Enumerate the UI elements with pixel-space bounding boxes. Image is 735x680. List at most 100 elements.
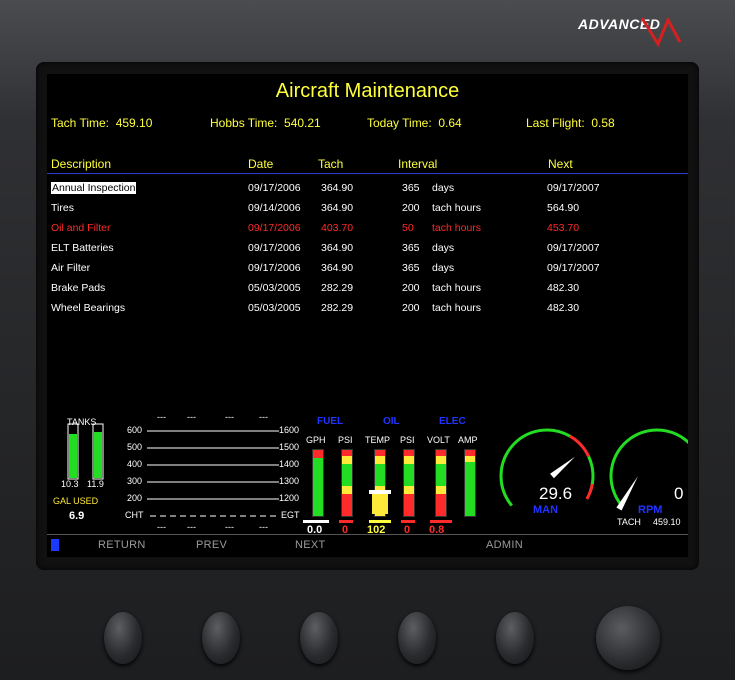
cyl-2-top: --- xyxy=(187,412,196,422)
cht-tick-200: 200 xyxy=(127,493,143,503)
cell-tach: 282.29 xyxy=(321,302,354,314)
temp-underline xyxy=(369,520,391,523)
cht-tick-400: 400 xyxy=(127,459,143,469)
tank-left-value: 10.3 xyxy=(61,479,79,489)
egt-tick-1400: 1400 xyxy=(279,459,300,469)
bezel-button-2[interactable] xyxy=(202,612,240,664)
cell-date: 05/03/2005 xyxy=(248,302,301,314)
cyl-1-top: --- xyxy=(157,412,166,422)
col-interval: Interval xyxy=(398,157,438,171)
cell-next: 564.90 xyxy=(547,202,580,214)
maintenance-screen: Aircraft Maintenance Tach Time: 459.10 H… xyxy=(47,74,688,557)
rpm-label: RPM xyxy=(638,504,663,516)
cell-unit: tach hours xyxy=(432,302,482,314)
col-tach: Tach xyxy=(318,157,344,171)
fuel-psi-underline xyxy=(339,520,353,523)
col-date: Date xyxy=(248,157,274,171)
cell-date: 05/03/2005 xyxy=(248,282,301,294)
table-row[interactable]: Wheel Bearings 05/03/2005 282.29 200 tach ho… xyxy=(47,298,688,318)
cell-interval: 365 xyxy=(402,242,420,254)
cell-interval: 50 xyxy=(402,222,414,234)
cell-interval: 200 xyxy=(402,282,420,294)
rotary-knob[interactable] xyxy=(596,606,660,670)
cell-desc: ELT Batteries xyxy=(51,242,114,254)
tach-value: 459.10 xyxy=(653,517,681,527)
cyl-4-top: --- xyxy=(259,412,268,422)
cht-label: CHT xyxy=(125,510,144,520)
softkey-prev[interactable]: PREV xyxy=(196,539,227,551)
cell-tach: 364.90 xyxy=(321,242,354,254)
bezel-button-1[interactable] xyxy=(104,612,142,664)
tank-left-bar xyxy=(67,423,79,480)
gph-label: GPH xyxy=(306,435,326,445)
cyl-4-bottom: --- xyxy=(259,522,268,532)
table-row[interactable]: ELT Batteries 09/17/2006 364.90 365 days 09/1… xyxy=(47,238,688,258)
cell-next: 453.70 xyxy=(547,222,580,234)
cell-tach: 282.29 xyxy=(321,282,354,294)
engine-monitor-strip: TANKS 10.3 11.9 GAL USED 6.9 600 500 400… xyxy=(47,404,688,536)
cell-tach: 364.90 xyxy=(321,262,354,274)
cht-tick-600: 600 xyxy=(127,425,143,435)
volt-bar xyxy=(435,449,447,517)
cell-interval: 365 xyxy=(402,182,420,194)
cht-tick-500: 500 xyxy=(127,442,143,452)
fuel-psi-bar xyxy=(341,449,353,517)
softkey-bar: RETURN PREV NEXT ADMIN xyxy=(47,534,688,557)
cell-interval: 200 xyxy=(402,202,420,214)
col-description: Description xyxy=(51,157,112,171)
bezel-button-3[interactable] xyxy=(300,612,338,664)
cell-date: 09/17/2006 xyxy=(248,242,301,254)
col-next: Next xyxy=(548,157,573,171)
table-row[interactable]: Oil and Filter 09/17/2006 403.70 50 tach hou… xyxy=(47,218,688,238)
cell-unit: days xyxy=(432,242,455,254)
cyl-2-bottom: --- xyxy=(187,522,196,532)
cyl-1-bottom: --- xyxy=(157,522,166,532)
tank-right-value: 11.9 xyxy=(87,479,104,489)
cell-unit: tach hours xyxy=(432,202,482,214)
man-value: 29.6 xyxy=(539,484,573,503)
gph-underline xyxy=(303,520,329,523)
egt-tick-1200: 1200 xyxy=(279,493,300,503)
softkey-admin[interactable]: ADMIN xyxy=(486,539,523,551)
rpm-value: 0 xyxy=(674,484,684,503)
gph-bar xyxy=(312,449,324,517)
table-row[interactable]: Brake Pads 05/03/2005 282.29 200 tach hours 4… xyxy=(47,278,688,298)
softkey-return[interactable]: RETURN xyxy=(98,539,146,551)
cell-desc: Tires xyxy=(51,202,74,214)
bezel-button-5[interactable] xyxy=(496,612,534,664)
cell-desc: Wheel Bearings xyxy=(51,302,126,314)
vertical-bar-gauges xyxy=(312,449,476,517)
rpm-needle xyxy=(616,476,638,511)
cell-desc: Brake Pads xyxy=(51,282,106,294)
tanks-label: TANKS xyxy=(67,417,97,427)
last-flight: Last Flight: 0.58 xyxy=(526,116,615,130)
cell-date: 09/17/2006 xyxy=(248,182,301,194)
egt-tick-1300: 1300 xyxy=(279,476,300,486)
table-row[interactable]: Air Filter 09/17/2006 364.90 365 days 09/17/2… xyxy=(47,258,688,278)
today-time: Today Time: 0.64 xyxy=(367,116,462,130)
gal-used-value: 6.9 xyxy=(69,510,85,522)
cell-desc: Air Filter xyxy=(51,262,91,274)
fuel-group-label: FUEL xyxy=(317,416,344,427)
hobbs-time: Hobbs Time: 540.21 xyxy=(210,116,321,130)
amp-bar xyxy=(464,449,476,517)
tank-right-bar xyxy=(92,423,104,480)
table-row[interactable]: Annual Inspection 09/17/2006 364.90 365 days… xyxy=(47,178,688,198)
fuel-psi-label: PSI xyxy=(338,435,353,445)
cyl-3-bottom: --- xyxy=(225,522,234,532)
cht-egt-grid xyxy=(147,430,279,517)
egt-label: EGT xyxy=(281,510,300,520)
cell-date: 09/17/2006 xyxy=(248,222,301,234)
cell-date: 09/14/2006 xyxy=(248,202,301,214)
cell-desc: Annual Inspection xyxy=(51,182,137,194)
table-row[interactable]: Tires 09/14/2006 364.90 200 tach hours 564.90 xyxy=(47,198,688,218)
cell-desc: Oil and Filter xyxy=(51,222,111,234)
selection-indicator xyxy=(51,539,59,551)
softkey-next[interactable]: NEXT xyxy=(295,539,326,551)
man-label: MAN xyxy=(533,504,559,516)
bezel-button-4[interactable] xyxy=(398,612,436,664)
amp-label: AMP xyxy=(458,435,478,445)
cell-next: 09/17/2007 xyxy=(547,242,600,254)
cell-date: 09/17/2006 xyxy=(248,262,301,274)
oil-psi-bar xyxy=(403,449,415,517)
